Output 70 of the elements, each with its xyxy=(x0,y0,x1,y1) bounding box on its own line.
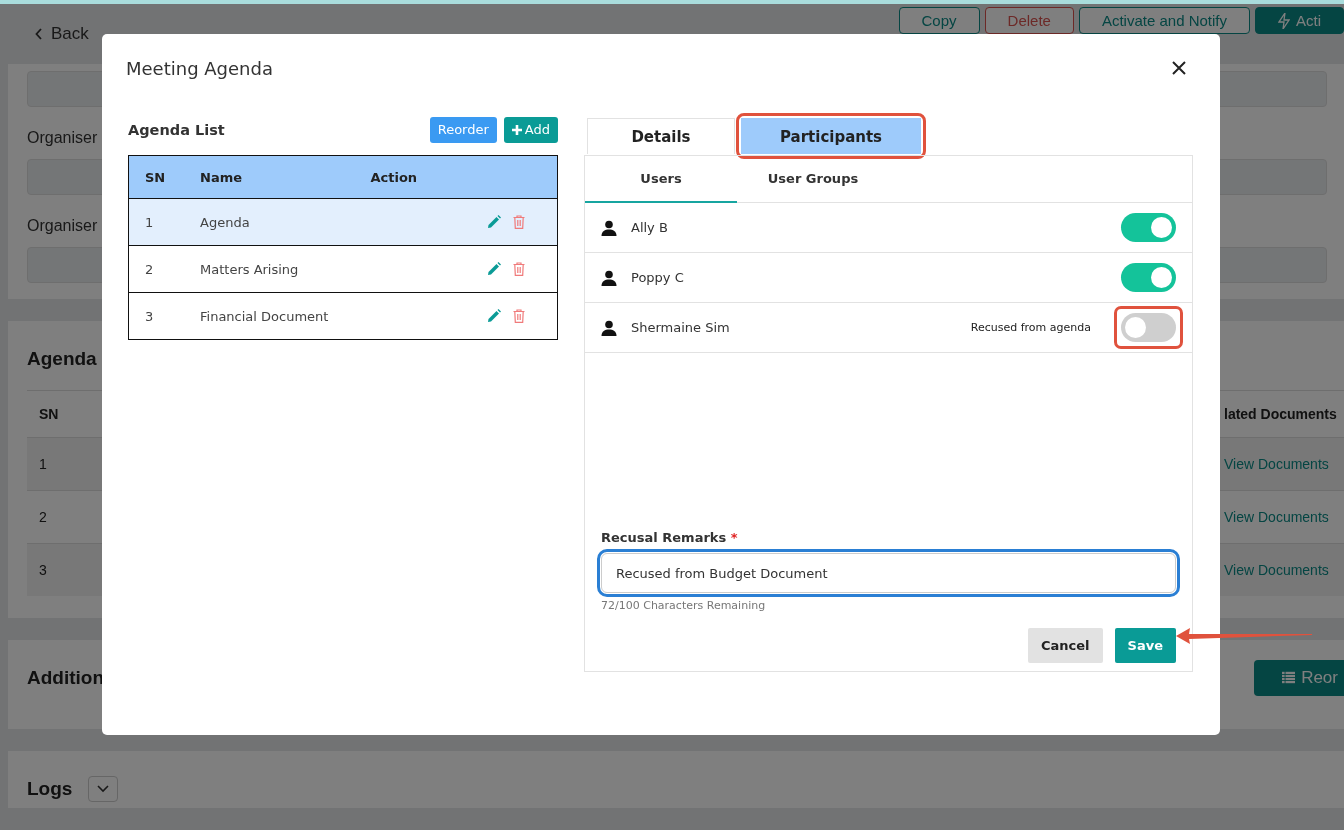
tab[interactable]: Details xyxy=(587,118,735,154)
person-icon xyxy=(601,269,617,286)
field-label: Organiser xyxy=(27,217,98,236)
table-cell-text: Financial Document xyxy=(200,308,330,324)
delete-button[interactable] xyxy=(513,309,525,323)
recusal-note: Recused from agenda xyxy=(970,321,1091,334)
table-cell-text: 1 xyxy=(145,214,155,230)
column-header: lated Documents xyxy=(1224,406,1338,423)
table-cell-text: 2 xyxy=(145,261,155,277)
section-title: Addition xyxy=(27,666,105,689)
view-documents-link[interactable]: View Documents xyxy=(1224,509,1344,526)
tab[interactable]: Users xyxy=(585,156,737,203)
close-icon xyxy=(1172,61,1186,75)
trash-icon xyxy=(513,262,525,276)
reorder-button[interactable]: Reor xyxy=(1254,659,1344,696)
plus-icon xyxy=(511,124,522,135)
column-header: Name xyxy=(200,169,243,185)
lightning-icon xyxy=(1278,12,1290,29)
field-label: Organiser xyxy=(27,129,98,148)
section-title: Agenda xyxy=(27,348,98,371)
trash-icon xyxy=(513,309,525,323)
add-button[interactable]: Add xyxy=(503,116,558,143)
save-button[interactable]: Save xyxy=(1114,628,1176,663)
dialog-title: Meeting Agenda xyxy=(126,57,273,79)
delete-button[interactable] xyxy=(513,215,525,229)
view-documents-link[interactable]: View Documents xyxy=(1224,562,1344,579)
edit-button[interactable] xyxy=(487,309,501,323)
field-label: Recusal Remarks * xyxy=(601,530,739,545)
agenda-list-title: Agenda List xyxy=(128,121,225,138)
action-button[interactable]: Acti xyxy=(1255,7,1344,34)
table-cell-text: 1 xyxy=(38,456,48,473)
expand-button[interactable] xyxy=(88,776,119,803)
view-documents-link[interactable]: View Documents xyxy=(1224,456,1344,473)
table-cell-text: Agenda xyxy=(200,214,251,230)
pencil-icon xyxy=(487,262,501,276)
action-button[interactable]: Copy xyxy=(898,7,980,34)
table-cell-text: 3 xyxy=(145,308,155,324)
chevron-left-icon xyxy=(35,28,43,40)
cancel-button[interactable]: Cancel xyxy=(1028,628,1103,663)
participant-name: Ally B xyxy=(631,220,668,235)
section-title: Logs xyxy=(27,778,73,801)
participant-name: Poppy C xyxy=(631,270,684,285)
toggle-switch[interactable] xyxy=(1121,313,1176,342)
toggle-switch[interactable] xyxy=(1121,213,1176,242)
edit-button[interactable] xyxy=(487,215,501,229)
column-header: SN xyxy=(38,406,60,423)
edit-button[interactable] xyxy=(487,262,501,276)
chevron-down-icon xyxy=(97,785,110,794)
pencil-icon xyxy=(487,309,501,323)
action-button[interactable]: Activate and Notify xyxy=(1078,7,1250,34)
tab[interactable]: Participants xyxy=(741,118,921,154)
agenda-row[interactable]: 1 Agenda xyxy=(129,198,557,245)
list-icon xyxy=(1282,671,1296,685)
column-header: Action xyxy=(370,169,419,185)
back-link[interactable]: Back xyxy=(35,24,89,44)
toggle-switch[interactable] xyxy=(1121,263,1176,292)
tab[interactable]: User Groups xyxy=(737,156,889,203)
pencil-icon xyxy=(487,215,501,229)
table-cell-text: 3 xyxy=(38,562,48,579)
person-icon xyxy=(601,319,617,336)
reorder-button[interactable]: Reorder xyxy=(429,116,497,143)
person-icon xyxy=(601,219,617,236)
trash-icon xyxy=(513,215,525,229)
character-counter: 72/100 Characters Remaining xyxy=(601,599,767,612)
action-button[interactable]: Delete xyxy=(984,7,1074,34)
column-header: SN xyxy=(145,169,167,185)
table-cell-text: Matters Arising xyxy=(200,261,300,277)
participant-name: Shermaine Sim xyxy=(631,320,730,335)
delete-button[interactable] xyxy=(513,262,525,276)
table-cell-text: 2 xyxy=(38,509,48,526)
